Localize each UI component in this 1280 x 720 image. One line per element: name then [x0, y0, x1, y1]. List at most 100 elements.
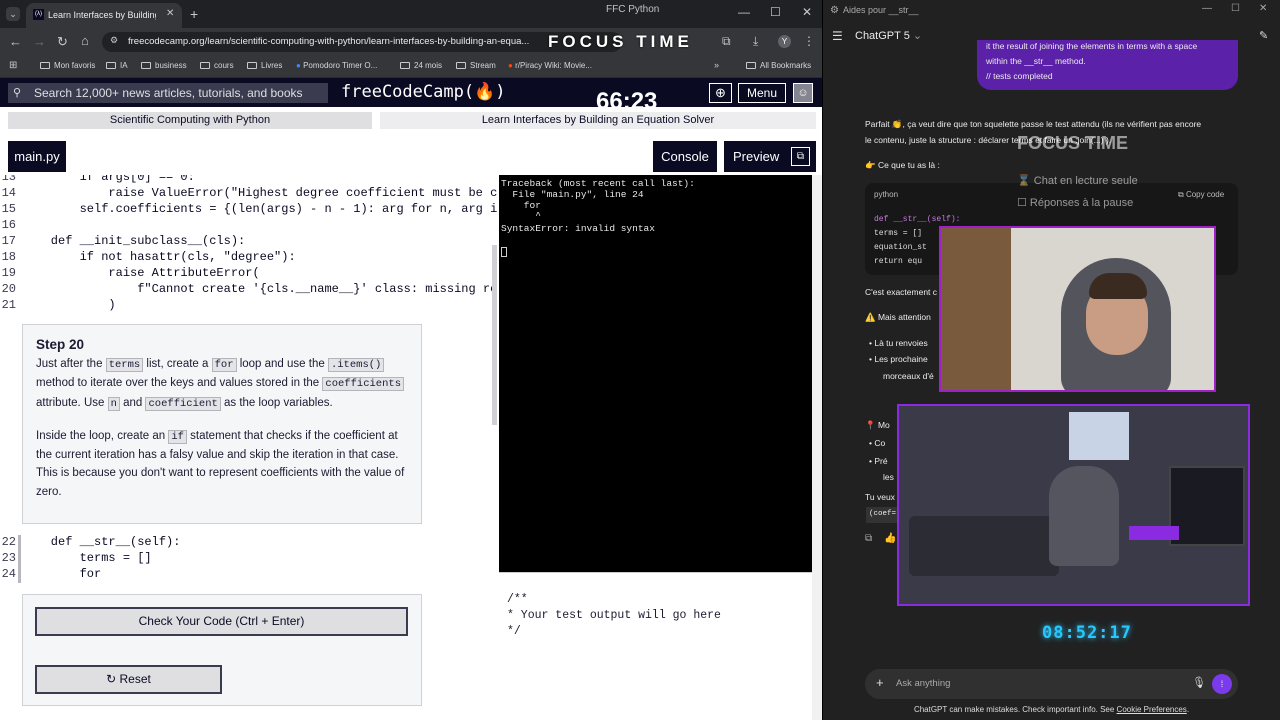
console-line: File "main.py", line 24	[501, 189, 644, 200]
code-line[interactable]: 19 raise AttributeError(	[0, 266, 498, 282]
preview-button[interactable]: Preview ⧉	[724, 141, 816, 172]
focus-time-overlay: FOCUS TIME	[548, 32, 693, 51]
bookmark-livres[interactable]: Livres	[247, 61, 282, 70]
folder-icon	[400, 62, 410, 69]
code-line: return equ	[874, 257, 923, 266]
more-bookmarks-icon[interactable]: »	[714, 61, 719, 70]
download-icon[interactable]: ⤓	[753, 35, 758, 47]
code-text: def __init_subclass__(cls):	[22, 234, 246, 248]
user-avatar[interactable]: ☺	[793, 83, 813, 103]
folder-icon	[106, 62, 116, 69]
home-icon[interactable]: ⌂	[81, 34, 89, 47]
chat-maximize-icon[interactable]: ☐	[1231, 3, 1240, 14]
copy-code-button[interactable]: ⧉ Copy code	[1178, 187, 1224, 203]
code-line[interactable]: 23 terms = []	[0, 551, 498, 567]
active-tab[interactable]: (λ) Learn Interfaces by Building an ✕	[26, 3, 182, 28]
code-line[interactable]: 21 )	[0, 298, 498, 314]
line-number: 20	[1, 282, 16, 296]
bookmark-business[interactable]: business	[141, 61, 187, 70]
code-line[interactable]: 14 raise ValueError("Highest degree coef…	[0, 186, 498, 202]
test-output-panel: /** * Your test output will go here */	[499, 572, 812, 720]
line-number: 23	[1, 551, 16, 565]
bookmark-ia[interactable]: IA	[106, 61, 128, 70]
model-selector[interactable]: ChatGPT 5 ⌄	[855, 29, 922, 42]
editor-scrollbar[interactable]	[492, 245, 497, 425]
code-line[interactable]: 22 def __str__(self):	[0, 535, 498, 551]
site-info-icon[interactable]: ⚙	[110, 36, 118, 45]
bookmark-piracy-wiki[interactable]: ● r/Piracy Wiki: Movie...	[508, 61, 592, 70]
line-number: 22	[1, 535, 16, 549]
voice-mode-icon[interactable]: ⁞	[1212, 674, 1232, 694]
add-attachment-icon[interactable]: +	[876, 675, 884, 690]
popout-icon[interactable]: ⧉	[791, 147, 810, 166]
chat-minimize-icon[interactable]: —	[1202, 3, 1212, 14]
forward-icon[interactable]: →	[33, 35, 46, 48]
code-line[interactable]: 18 if not hasattr(cls, "degree"):	[0, 250, 498, 266]
code-text: )	[22, 298, 116, 312]
line-number: 19	[1, 266, 16, 280]
line-number: 16	[1, 218, 16, 232]
bookmark-cours[interactable]: cours	[200, 61, 234, 70]
code-line[interactable]: 13 if args[0] == 0:	[0, 175, 498, 186]
reset-icon: ↻	[106, 672, 120, 686]
bookmark-stream[interactable]: Stream	[456, 61, 496, 70]
inline-code: for	[211, 358, 237, 372]
chatgpt-logo-icon: ⚙	[830, 5, 839, 16]
reset-button[interactable]: ↻ Reset	[35, 665, 222, 694]
maximize-icon[interactable]: ☐	[770, 6, 781, 18]
code-line[interactable]: 16	[0, 218, 498, 234]
apps-grid-icon[interactable]: ⊞	[9, 61, 17, 71]
console-output[interactable]: Traceback (most recent call last): File …	[499, 175, 812, 572]
tab-title: Learn Interfaces by Building an	[48, 10, 156, 20]
assistant-text: les	[883, 472, 894, 482]
page-scrollbar[interactable]	[812, 175, 822, 720]
chat-bubble-icon: ☐	[1017, 197, 1030, 209]
code-line-active[interactable]: 24 for	[0, 567, 498, 583]
assistant-text: Parfait 👏, ça veut dire que ton squelett…	[865, 119, 1202, 129]
copy-message-icon[interactable]: ⧉	[865, 533, 872, 544]
menu-button[interactable]: Menu	[738, 83, 786, 103]
person-shape	[1049, 466, 1119, 566]
extensions-icon[interactable]: ⧉	[722, 35, 731, 47]
globe-icon[interactable]: ⊕	[709, 83, 732, 103]
fcc-search-input[interactable]: ⚲ Search 12,000+ news articles, tutorial…	[8, 83, 328, 103]
inline-code: .items()	[327, 358, 385, 372]
back-icon[interactable]: ←	[9, 35, 22, 48]
console-button[interactable]: Console	[653, 141, 717, 172]
bookmark-24-mois[interactable]: 24 mois	[400, 61, 442, 70]
chat-window-title: Aides pour __str__	[843, 5, 919, 15]
code-line[interactable]: 17 def __init_subclass__(cls):	[0, 234, 498, 250]
close-window-icon[interactable]: ✕	[802, 6, 812, 18]
close-tab-icon[interactable]: ✕	[166, 9, 174, 19]
folder-icon	[247, 62, 257, 69]
profile-avatar[interactable]: Y	[778, 35, 791, 48]
shelf-shape	[941, 228, 1011, 390]
new-chat-icon[interactable]: ✎	[1259, 29, 1268, 42]
chat-disclaimer: ChatGPT can make mistakes. Check importa…	[913, 705, 1190, 714]
bookmark-all[interactable]: All Bookmarks	[746, 61, 811, 70]
minimize-icon[interactable]: —	[738, 6, 750, 18]
bookmark-mon-favoris[interactable]: Mon favoris	[40, 61, 95, 70]
cookie-preferences-link[interactable]: Cookie Preferences	[1117, 705, 1187, 714]
code-line[interactable]: 20 f"Cannot create '{cls.__name__}' clas…	[0, 282, 498, 298]
assistant-bullet: • Co	[869, 438, 886, 448]
microphone-icon[interactable]: 🎙	[1192, 676, 1206, 689]
new-tab-icon[interactable]: +	[190, 7, 198, 21]
address-bar[interactable]: ⚙ freecodecamp.org/learn/scientific-comp…	[102, 32, 622, 52]
bookmark-pomodoro[interactable]: ● Pomodoro Timer O...	[296, 61, 377, 70]
sidebar-toggle-icon[interactable]: ☰	[832, 29, 843, 43]
chat-input[interactable]: + Ask anything 🎙 ⁞	[865, 669, 1238, 699]
code-line[interactable]: 15 self.coefficients = {(len(args) - n -…	[0, 202, 498, 218]
hourglass-icon: ⌛	[1017, 175, 1034, 187]
check-code-button[interactable]: Check Your Code (Ctrl + Enter)	[35, 607, 408, 636]
chat-close-icon[interactable]: ✕	[1259, 3, 1267, 14]
breadcrumb-lesson[interactable]: Learn Interfaces by Building an Equation…	[380, 112, 816, 129]
fcc-logo[interactable]: freeCodeCamp(🔥)	[341, 82, 505, 102]
thumbs-up-icon[interactable]: 👍	[884, 533, 896, 544]
tab-search-icon[interactable]: ⌄	[6, 7, 20, 21]
file-tab-main-py[interactable]: main.py	[8, 141, 66, 172]
folder-icon	[40, 62, 50, 69]
browser-menu-icon[interactable]: ⋮	[803, 35, 815, 47]
breadcrumb-course[interactable]: Scientific Computing with Python	[8, 112, 372, 129]
reload-icon[interactable]: ↻	[57, 35, 68, 48]
